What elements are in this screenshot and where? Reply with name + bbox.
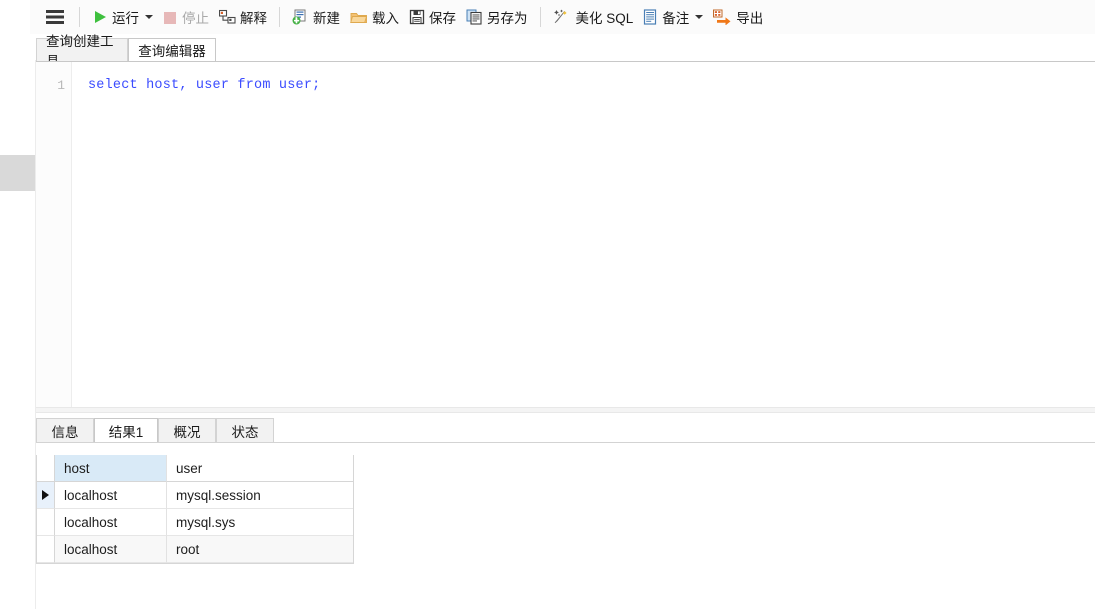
tab-message[interactable]: 信息 (36, 418, 94, 443)
toolbar-separator-1 (79, 7, 80, 27)
toolbar-separator-3 (539, 7, 541, 27)
grid-header-user[interactable]: user (167, 455, 353, 482)
explain-label: 解释 (240, 11, 267, 26)
sql-statement-line[interactable]: select host, user from user; (88, 78, 320, 93)
left-panel-edge (0, 0, 30, 609)
save-as-copy-icon (466, 9, 483, 25)
tab-result1-label: 结果1 (108, 424, 144, 440)
tab-query-editor[interactable]: 查询编辑器 (128, 38, 216, 62)
line-number-gutter: 1 (36, 62, 72, 407)
beautify-sql-label: 美化 SQL (575, 11, 634, 26)
tab-message-label: 信息 (51, 424, 79, 440)
export-arrow-icon (713, 9, 732, 26)
stop-label: 停止 (182, 11, 209, 26)
hamburger-menu-button[interactable] (38, 4, 72, 30)
tab-query-builder[interactable]: 查询创建工具 (36, 34, 128, 69)
result-grid[interactable]: host user localhost mysql.session localh… (36, 455, 354, 564)
run-label: 运行 (112, 11, 139, 26)
cell-user-0[interactable]: mysql.session (167, 482, 353, 509)
grid-header-selector-cell[interactable] (37, 455, 55, 482)
hamburger-icon (46, 10, 64, 24)
floppy-save-icon (409, 9, 425, 25)
save-button[interactable]: 保存 (404, 4, 461, 30)
result-tab-bar: 信息 结果1 概况 状态 (36, 418, 1095, 443)
line-number-1: 1 (57, 78, 65, 93)
explain-plan-icon (218, 9, 236, 25)
tab-status[interactable]: 状态 (216, 418, 274, 443)
load-label: 载入 (372, 11, 399, 26)
folder-open-icon (350, 10, 368, 25)
current-row-arrow-icon (42, 490, 49, 500)
cell-host-0[interactable]: localhost (55, 482, 167, 509)
query-editor-window: 运行 停止 解释 新建 载入 保存 另存为 美化 SQL 备注 导出 查询创建工… (0, 0, 1095, 609)
cell-host-2[interactable]: localhost (55, 536, 167, 563)
tab-result1[interactable]: 结果1 (94, 418, 158, 443)
save-as-button[interactable]: 另存为 (461, 4, 533, 30)
load-button[interactable]: 载入 (345, 4, 404, 30)
tab-query-editor-label: 查询编辑器 (138, 44, 206, 59)
beautify-sql-button[interactable]: 美化 SQL (548, 4, 639, 30)
remark-label: 备注 (662, 11, 690, 26)
stop-button[interactable]: 停止 (158, 4, 214, 30)
cell-user-2[interactable]: root (167, 536, 353, 563)
remark-dropdown-caret-icon[interactable] (695, 15, 704, 19)
result-tab-underline (36, 442, 1095, 443)
magic-wand-icon (553, 9, 572, 25)
row-selector-2[interactable] (37, 536, 55, 563)
save-label: 保存 (429, 11, 456, 26)
table-row[interactable]: localhost root (37, 536, 353, 563)
panel-splitter[interactable] (36, 407, 1095, 413)
note-document-icon (643, 9, 658, 25)
sql-editor[interactable]: 1 select host, user from user; (36, 62, 1095, 407)
play-icon (92, 9, 108, 25)
tab-profile[interactable]: 概况 (158, 418, 216, 443)
save-as-label: 另存为 (487, 11, 528, 26)
cell-user-1[interactable]: mysql.sys (167, 509, 353, 536)
table-row[interactable]: localhost mysql.sys (37, 509, 353, 536)
table-row[interactable]: localhost mysql.session (37, 482, 353, 509)
row-selector-1[interactable] (37, 509, 55, 536)
editor-tab-bar: 查询创建工具 查询编辑器 (36, 34, 1095, 69)
grid-header-host[interactable]: host (55, 455, 167, 482)
export-button[interactable]: 导出 (708, 4, 768, 30)
left-panel-scroll-thumb[interactable] (0, 155, 35, 191)
toolbar-separator-2 (279, 7, 280, 27)
explain-button[interactable]: 解释 (214, 4, 272, 30)
new-label: 新建 (313, 11, 340, 26)
tab-status-label: 状态 (231, 424, 259, 440)
row-selector-current[interactable] (37, 482, 55, 509)
main-toolbar: 运行 停止 解释 新建 载入 保存 另存为 美化 SQL 备注 导出 (30, 0, 1095, 34)
new-button[interactable]: 新建 (287, 4, 345, 30)
remark-button[interactable]: 备注 (638, 4, 708, 30)
cell-host-1[interactable]: localhost (55, 509, 167, 536)
new-document-icon (292, 9, 309, 25)
run-button[interactable]: 运行 (87, 4, 158, 30)
export-label: 导出 (736, 11, 764, 26)
run-dropdown-caret-icon[interactable] (145, 15, 153, 19)
stop-square-icon (163, 10, 178, 25)
tab-profile-label: 概况 (173, 424, 201, 440)
grid-header-row: host user (37, 455, 353, 482)
